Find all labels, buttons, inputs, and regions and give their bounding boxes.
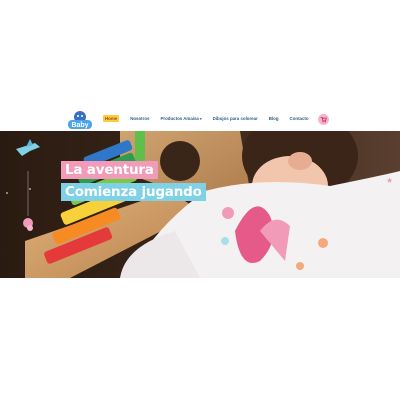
nav-item-contacto[interactable]: Contacto	[290, 116, 309, 121]
nav-item-label: Home	[105, 116, 118, 121]
cart-button[interactable]	[318, 114, 329, 125]
nav-item-label: Blog	[268, 116, 279, 121]
svg-text:★: ★	[386, 176, 393, 185]
baby-logo-icon: Baby	[68, 111, 92, 129]
nav-item-productos[interactable]: Productos Amaisa ▾	[160, 116, 201, 121]
page: Baby Home Nosotros Productos Amaisa ▾ Dib…	[0, 0, 400, 400]
hero-banner: ★ La aventura Comienza jugando	[0, 131, 400, 278]
site-logo[interactable]: Baby	[66, 109, 94, 131]
logo-text: Baby	[71, 122, 88, 129]
hero-image: ★	[0, 131, 400, 278]
hero-title-line-1: La aventura	[61, 161, 158, 179]
nav-item-label: Productos Amaisa	[160, 116, 199, 121]
nav-item-home[interactable]: Home	[103, 115, 120, 122]
chevron-down-icon: ▾	[199, 116, 202, 121]
site-header: Baby Home Nosotros Productos Amaisa ▾ Dib…	[0, 104, 400, 132]
nav-item-dibujos[interactable]: Dibujos para colorear	[213, 116, 258, 121]
cart-icon	[320, 117, 327, 123]
main-nav: Home Nosotros Productos Amaisa ▾ Dibujos …	[103, 115, 320, 122]
nav-item-label: Dibujos para colorear	[212, 116, 258, 121]
nav-item-label: Contacto	[289, 116, 309, 121]
nav-item-nosotros[interactable]: Nosotros	[130, 116, 149, 121]
nav-item-label: Nosotros	[130, 116, 150, 121]
hero-title-line-2: Comienza jugando	[61, 183, 206, 201]
nav-item-blog[interactable]: Blog	[269, 116, 279, 121]
